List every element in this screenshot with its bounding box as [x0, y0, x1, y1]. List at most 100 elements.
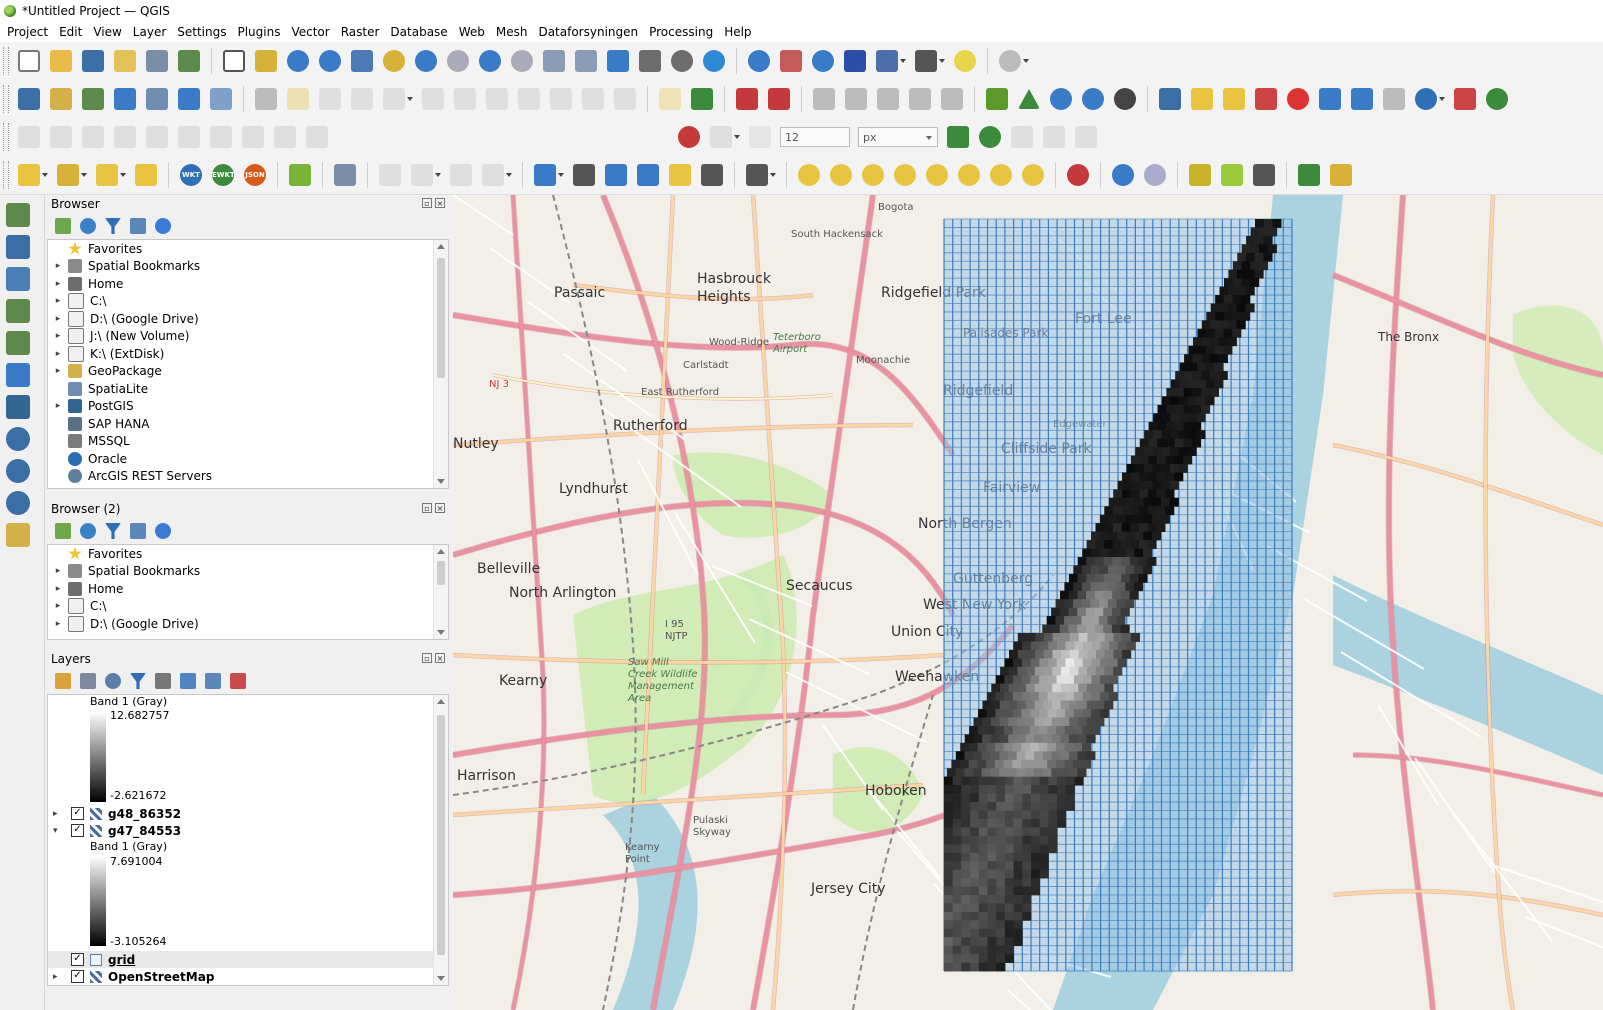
layer-checkbox[interactable]: ✓ [71, 824, 84, 837]
advanced-digitize-icon[interactable] [114, 126, 136, 148]
collapse-all-icon[interactable] [205, 673, 221, 689]
select-label-icon[interactable] [573, 164, 595, 186]
add-group-icon[interactable] [80, 673, 96, 689]
close-panel-button[interactable]: × [435, 653, 445, 663]
expand-arrow-icon[interactable]: ▸ [53, 401, 63, 411]
browser-item-d-google-drive[interactable]: ▸ D:\ (Google Drive) [48, 310, 448, 328]
toggle-editing-icon[interactable] [287, 88, 309, 110]
expand-arrow-icon[interactable]: ▸ [53, 279, 63, 289]
plugin-f-icon[interactable] [958, 164, 980, 186]
attribute-table-icon[interactable] [780, 50, 802, 72]
rotate-label-icon[interactable] [909, 88, 931, 110]
dropdown-arrow-icon[interactable] [770, 173, 776, 177]
add-raster-layer-icon[interactable] [6, 235, 30, 259]
save-project-icon[interactable] [82, 50, 104, 72]
expand-arrow-icon[interactable]: ▸ [53, 366, 63, 376]
browser-item-spatialite[interactable]: SpatiaLite [48, 380, 448, 398]
home-plugin-icon[interactable] [798, 164, 820, 186]
pan-to-selection-icon[interactable] [255, 50, 277, 72]
browser-item-geopackage[interactable]: ▸ GeoPackage [48, 363, 448, 381]
save-edits-icon[interactable] [319, 88, 341, 110]
zoom-native-icon[interactable] [447, 50, 469, 72]
cut-features-icon[interactable] [486, 88, 508, 110]
dropdown-arrow-icon[interactable] [1023, 59, 1029, 63]
browser-item-c[interactable]: ▸ C:\ [48, 293, 448, 311]
add-wms-icon[interactable] [6, 427, 30, 451]
add-xyz-icon[interactable] [6, 491, 30, 515]
self-snap-icon[interactable] [1075, 126, 1097, 148]
plugin-h-icon[interactable] [1022, 164, 1044, 186]
redo-icon[interactable] [614, 88, 636, 110]
plugin-b-icon[interactable] [830, 164, 852, 186]
advanced-digitize-icon[interactable] [82, 126, 104, 148]
advanced-digitize-icon[interactable] [146, 126, 168, 148]
snapping-magnet-icon[interactable] [678, 126, 700, 148]
annotation-icon[interactable] [954, 50, 976, 72]
leaf-plugin-icon[interactable] [289, 164, 311, 186]
toolbox-icon[interactable] [812, 50, 834, 72]
advanced-digitize-icon[interactable] [210, 126, 232, 148]
select-by-value-icon[interactable] [57, 164, 79, 186]
menu-item-vector[interactable]: Vector [287, 25, 333, 39]
ruler-plugin-icon[interactable] [1330, 164, 1352, 186]
refresh-icon[interactable] [80, 218, 96, 234]
add-vector-icon[interactable] [210, 88, 232, 110]
layer-checkbox[interactable]: ✓ [71, 953, 84, 966]
pin-labels-icon[interactable] [813, 88, 835, 110]
add-delimited-text-icon[interactable] [6, 299, 30, 323]
cloud-icon[interactable] [1112, 164, 1134, 186]
layer-item-grid[interactable]: ✓ grid [48, 951, 434, 968]
deselect-icon[interactable] [96, 164, 118, 186]
expression-filter-icon[interactable] [155, 673, 171, 689]
visibility-icon[interactable] [105, 673, 121, 689]
zoom-next-icon[interactable] [511, 50, 533, 72]
snap-intersection-icon[interactable] [979, 126, 1001, 148]
show-bookmarks-icon[interactable] [639, 50, 661, 72]
show-hide-labels-icon[interactable] [845, 88, 867, 110]
browser-item-c[interactable]: ▸ C:\ [48, 598, 448, 616]
new-geopackage-icon[interactable] [50, 88, 72, 110]
advanced-digitize-icon[interactable] [242, 126, 264, 148]
refresh-icon[interactable] [80, 523, 96, 539]
new-shapefile-icon[interactable] [82, 88, 104, 110]
data-source-manager-icon[interactable] [18, 88, 40, 110]
hammer-icon[interactable] [1253, 164, 1275, 186]
dig-tool-3-icon[interactable] [450, 164, 472, 186]
zoom-last-icon[interactable] [479, 50, 501, 72]
print-layout-icon[interactable] [146, 50, 168, 72]
layout-manager-icon[interactable] [178, 50, 200, 72]
menu-item-database[interactable]: Database [386, 25, 451, 39]
browser-item-favorites[interactable]: Favorites [48, 240, 448, 258]
map-pin-icon[interactable] [1255, 88, 1277, 110]
rotate-plugin-icon[interactable] [1415, 88, 1437, 110]
new-temp-layer-icon[interactable] [114, 88, 136, 110]
add-layer-icon[interactable] [55, 523, 71, 539]
dropdown-arrow-icon[interactable] [81, 173, 87, 177]
advanced-snap-icon[interactable] [1043, 126, 1065, 148]
zoom-out-icon[interactable] [319, 50, 341, 72]
current-edits-icon[interactable] [255, 88, 277, 110]
snapping-type-icon[interactable] [749, 126, 771, 148]
globe2-plugin-icon[interactable] [1082, 88, 1104, 110]
globe-plugin-icon[interactable] [1050, 88, 1072, 110]
browser-item-spatial-bookmarks[interactable]: ▸ Spatial Bookmarks [48, 258, 448, 276]
python-icon[interactable] [1159, 88, 1181, 110]
menu-item-help[interactable]: Help [720, 25, 755, 39]
dropdown-arrow-icon[interactable] [407, 97, 413, 101]
label-abc-icon[interactable] [768, 88, 790, 110]
add-layer-icon[interactable] [55, 218, 71, 234]
style-icon[interactable] [55, 673, 71, 689]
new-spatialite-icon[interactable] [146, 88, 168, 110]
expand-arrow-icon[interactable]: ▸ [53, 296, 63, 306]
menu-item-view[interactable]: View [89, 25, 125, 39]
cube-yellow-icon[interactable] [1189, 164, 1211, 186]
plugin-c-icon[interactable] [862, 164, 884, 186]
browser-item-favorites[interactable]: Favorites [48, 545, 448, 563]
close-panel-button[interactable]: × [435, 503, 445, 513]
refresh-icon[interactable] [703, 50, 725, 72]
browser-item-postgis[interactable]: ▸ PostGIS [48, 398, 448, 416]
menu-item-plugins[interactable]: Plugins [233, 25, 284, 39]
advanced-digitize-icon[interactable] [18, 126, 40, 148]
dropdown-arrow-icon[interactable] [120, 173, 126, 177]
advanced-digitize-icon[interactable] [50, 126, 72, 148]
